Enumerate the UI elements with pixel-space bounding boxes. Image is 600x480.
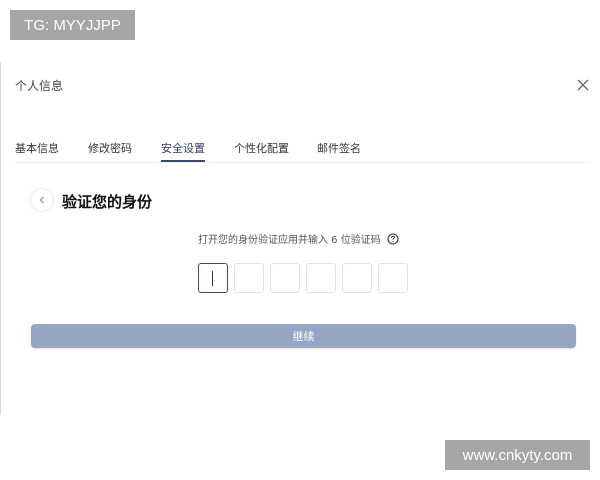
chevron-left-icon [39, 196, 44, 204]
close-icon[interactable] [576, 78, 590, 92]
question-circle-icon[interactable] [387, 232, 399, 245]
tab-security-settings[interactable]: 安全设置 [161, 140, 205, 162]
verify-instruction: 打开您的身份验证应用并输入 6 位验证码 [198, 231, 399, 246]
verify-identity-title: 验证您的身份 [62, 193, 153, 211]
tab-personalization[interactable]: 个性化配置 [234, 140, 289, 161]
watermark-bottom: www.cnkyty.com [445, 440, 590, 470]
dialog-title: 个人信息 [15, 79, 64, 93]
tab-email-signature[interactable]: 邮件签名 [317, 140, 361, 161]
code-digit-6[interactable] [378, 263, 408, 293]
code-digit-1[interactable] [198, 263, 228, 293]
code-digit-2[interactable] [234, 263, 264, 293]
tab-basic-info[interactable]: 基本信息 [15, 140, 59, 161]
verify-instruction-text: 打开您的身份验证应用并输入 6 位验证码 [198, 235, 381, 246]
code-digit-3[interactable] [270, 263, 300, 293]
code-digit-4[interactable] [306, 263, 336, 293]
watermark-top: TG: MYYJJPP [10, 10, 135, 40]
tab-change-password[interactable]: 修改密码 [88, 140, 132, 161]
tab-bar: 基本信息 修改密码 安全设置 个性化配置 邮件签名 [15, 140, 590, 163]
dialog-left-border [0, 62, 1, 415]
back-button[interactable] [31, 189, 53, 211]
code-digit-5[interactable] [342, 263, 372, 293]
continue-button[interactable]: 继续 [31, 324, 576, 348]
